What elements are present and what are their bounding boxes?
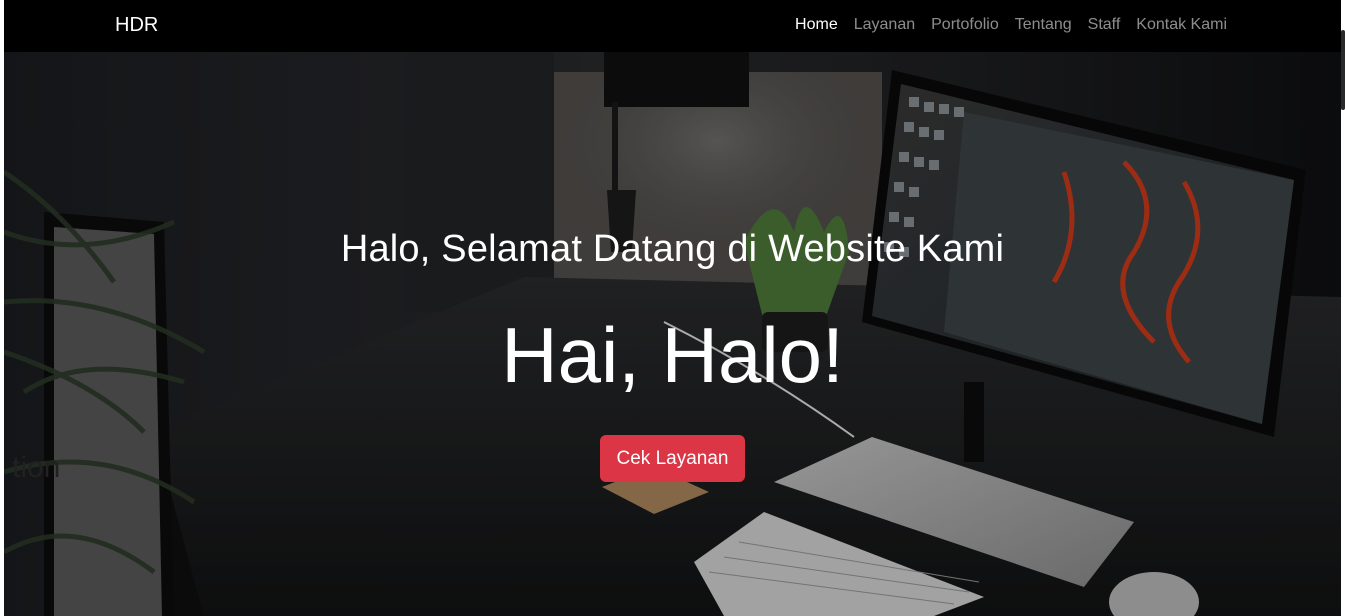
hero-lead-text: Halo, Selamat Datang di Website Kami xyxy=(340,228,1005,270)
browser-viewport: HDR Home Layanan Portofolio Tentang Staf… xyxy=(4,0,1341,616)
hero-content: Halo, Selamat Datang di Website Kami Hai… xyxy=(4,52,1341,616)
nav-menu: Home Layanan Portofolio Tentang Staff Ko… xyxy=(795,16,1227,34)
cek-layanan-button[interactable]: Cek Layanan xyxy=(600,435,745,482)
brand-logo[interactable]: HDR xyxy=(115,14,158,37)
nav-item-home[interactable]: Home xyxy=(795,16,838,33)
nav-item-tentang[interactable]: Tentang xyxy=(1015,16,1072,33)
nav-item-kontak-kami[interactable]: Kontak Kami xyxy=(1136,16,1227,33)
navbar: HDR Home Layanan Portofolio Tentang Staf… xyxy=(4,0,1341,52)
nav-item-layanan[interactable]: Layanan xyxy=(854,16,915,33)
nav-item-portofolio[interactable]: Portofolio xyxy=(931,16,999,33)
page-scrollbar[interactable] xyxy=(1341,30,1345,110)
nav-item-staff[interactable]: Staff xyxy=(1088,16,1121,33)
hero-title: Hai, Halo! xyxy=(501,311,844,399)
hero-section: tion Halo, Selamat Datang di Website Kam… xyxy=(4,52,1341,616)
